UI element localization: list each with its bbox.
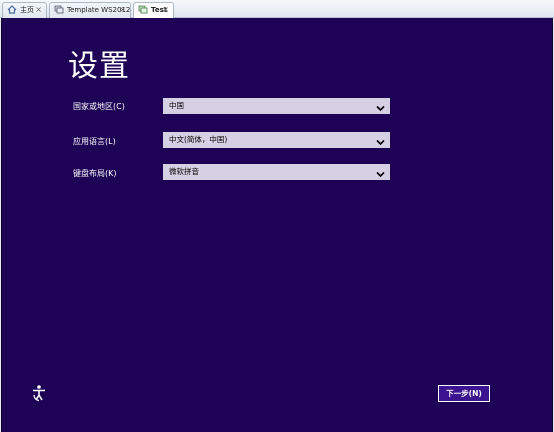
tab-home[interactable]: 主页 × xyxy=(2,2,47,18)
vm-icon xyxy=(54,5,64,14)
keyboard-layout-label: 键盘布局(K) xyxy=(73,169,117,178)
ease-of-access-icon[interactable] xyxy=(30,384,48,402)
country-select[interactable]: 中国 xyxy=(163,98,390,114)
close-icon[interactable]: × xyxy=(35,3,42,17)
close-icon[interactable]: × xyxy=(162,3,169,17)
next-button[interactable]: 下一步(N) xyxy=(438,385,490,402)
tab-test[interactable]: Test × xyxy=(133,2,174,19)
close-icon[interactable]: × xyxy=(119,3,126,17)
page-title: 设置 xyxy=(68,49,130,84)
chevron-down-icon xyxy=(376,168,385,178)
app-language-label: 应用语言(L) xyxy=(73,137,116,146)
app-language-select[interactable]: 中文(简体，中国) xyxy=(163,132,390,148)
tab-template-ws2012[interactable]: Template WS2012 × xyxy=(49,2,131,18)
keyboard-layout-value: 微软拼音 xyxy=(169,167,199,176)
chevron-down-icon xyxy=(376,102,385,112)
tab-label: 主页 xyxy=(20,6,34,14)
keyboard-layout-select[interactable]: 微软拼音 xyxy=(163,164,390,180)
tab-bar: 主页 × Template WS2012 × Test × xyxy=(0,0,554,19)
country-label: 国家或地区(C) xyxy=(73,102,125,111)
vm-console-screen[interactable]: 设置 国家或地区(C) 中国 应用语言(L) 中文(简体，中国) 键盘布局(K)… xyxy=(1,18,553,432)
vm-icon xyxy=(138,5,148,14)
app-language-value: 中文(简体，中国) xyxy=(169,135,228,144)
home-icon xyxy=(7,4,17,14)
country-value: 中国 xyxy=(169,101,184,110)
chevron-down-icon xyxy=(376,136,385,146)
